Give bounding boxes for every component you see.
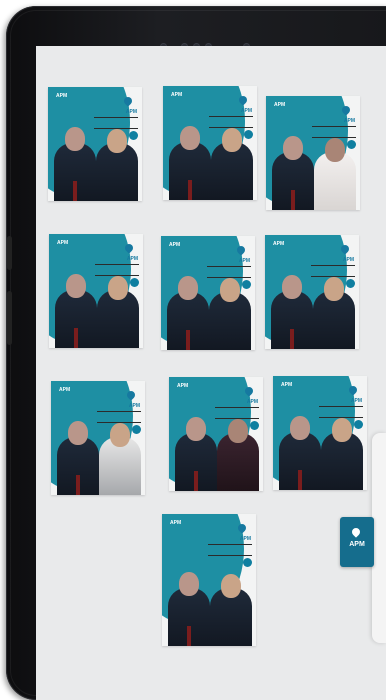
poster-logo-right: APM (128, 403, 140, 409)
side-drawer-tab[interactable] (372, 433, 386, 643)
face (325, 138, 345, 162)
volume-button (7, 236, 12, 270)
face (180, 126, 200, 150)
face (68, 421, 88, 445)
poster-logo-right: APM (125, 109, 137, 115)
face (65, 127, 85, 151)
app-icon-label: APM (349, 541, 365, 548)
face (178, 276, 198, 300)
poster[interactable]: APM APM (169, 377, 263, 491)
poster-logo-right: APM (126, 256, 138, 262)
poster-logo-left: APM (170, 520, 182, 526)
poster-logo-right: APM (350, 398, 362, 404)
badge-icon (130, 278, 139, 287)
face (324, 277, 344, 301)
poster-logo-left: APM (169, 242, 181, 248)
poster-caption (94, 117, 138, 129)
face (220, 278, 240, 302)
badge-icon (129, 131, 138, 140)
face (283, 136, 303, 160)
poster[interactable]: APM APM (49, 234, 143, 348)
poster-caption (319, 406, 363, 418)
badge-icon (354, 420, 363, 429)
poster[interactable]: APM APM (266, 96, 360, 210)
face (221, 574, 241, 598)
face (332, 418, 352, 442)
poster-logo-right: APM (239, 536, 251, 542)
badge-icon (244, 130, 253, 139)
face (228, 419, 248, 443)
photo-scene: APM APM APM APM APM APM APM APM APM APM … (0, 0, 386, 700)
poster-caption (208, 544, 252, 556)
face (290, 416, 310, 440)
poster-logo-left: APM (281, 382, 293, 388)
poster[interactable]: APM APM (48, 87, 142, 201)
poster-logo-left: APM (274, 102, 286, 108)
badge-icon (242, 280, 251, 289)
poster-logo-left: APM (57, 240, 69, 246)
poster-logo-left: APM (59, 387, 71, 393)
poster[interactable]: APM APM (162, 514, 256, 646)
face (66, 274, 86, 298)
poster-caption (215, 407, 259, 419)
poster-logo-right: APM (343, 118, 355, 124)
face (108, 276, 128, 300)
poster-caption (311, 265, 355, 277)
apm-app-icon[interactable]: APM (340, 517, 374, 567)
power-button (7, 291, 12, 345)
poster[interactable]: APM APM (273, 376, 367, 490)
badge-icon (346, 279, 355, 288)
poster[interactable]: APM APM (161, 236, 255, 350)
poster-logo-right: APM (240, 108, 252, 114)
poster-logo-right: APM (342, 257, 354, 263)
face (282, 275, 302, 299)
badge-icon (347, 140, 356, 149)
poster-logo-left: APM (56, 93, 68, 99)
face (179, 572, 199, 596)
poster-caption (209, 116, 253, 128)
poster-logo-right: APM (246, 399, 258, 405)
poster[interactable]: APM APM (163, 86, 257, 200)
badge-icon (250, 421, 259, 430)
badge-icon (132, 425, 141, 434)
drop-icon (350, 526, 362, 538)
face (107, 129, 127, 153)
poster[interactable]: APM APM (265, 235, 359, 349)
poster-logo-left: APM (177, 383, 189, 389)
face (222, 128, 242, 152)
poster-logo-left: APM (273, 241, 285, 247)
face (110, 423, 130, 447)
poster-caption (95, 264, 139, 276)
poster-caption (207, 266, 251, 278)
badge-icon (243, 558, 252, 567)
tablet-screen: APM APM APM APM APM APM APM APM APM APM … (36, 46, 386, 700)
poster-caption (312, 126, 356, 138)
face (186, 417, 206, 441)
poster-logo-right: APM (238, 258, 250, 264)
poster-logo-left: APM (171, 92, 183, 98)
poster-caption (97, 411, 141, 423)
poster[interactable]: APM APM (51, 381, 145, 495)
